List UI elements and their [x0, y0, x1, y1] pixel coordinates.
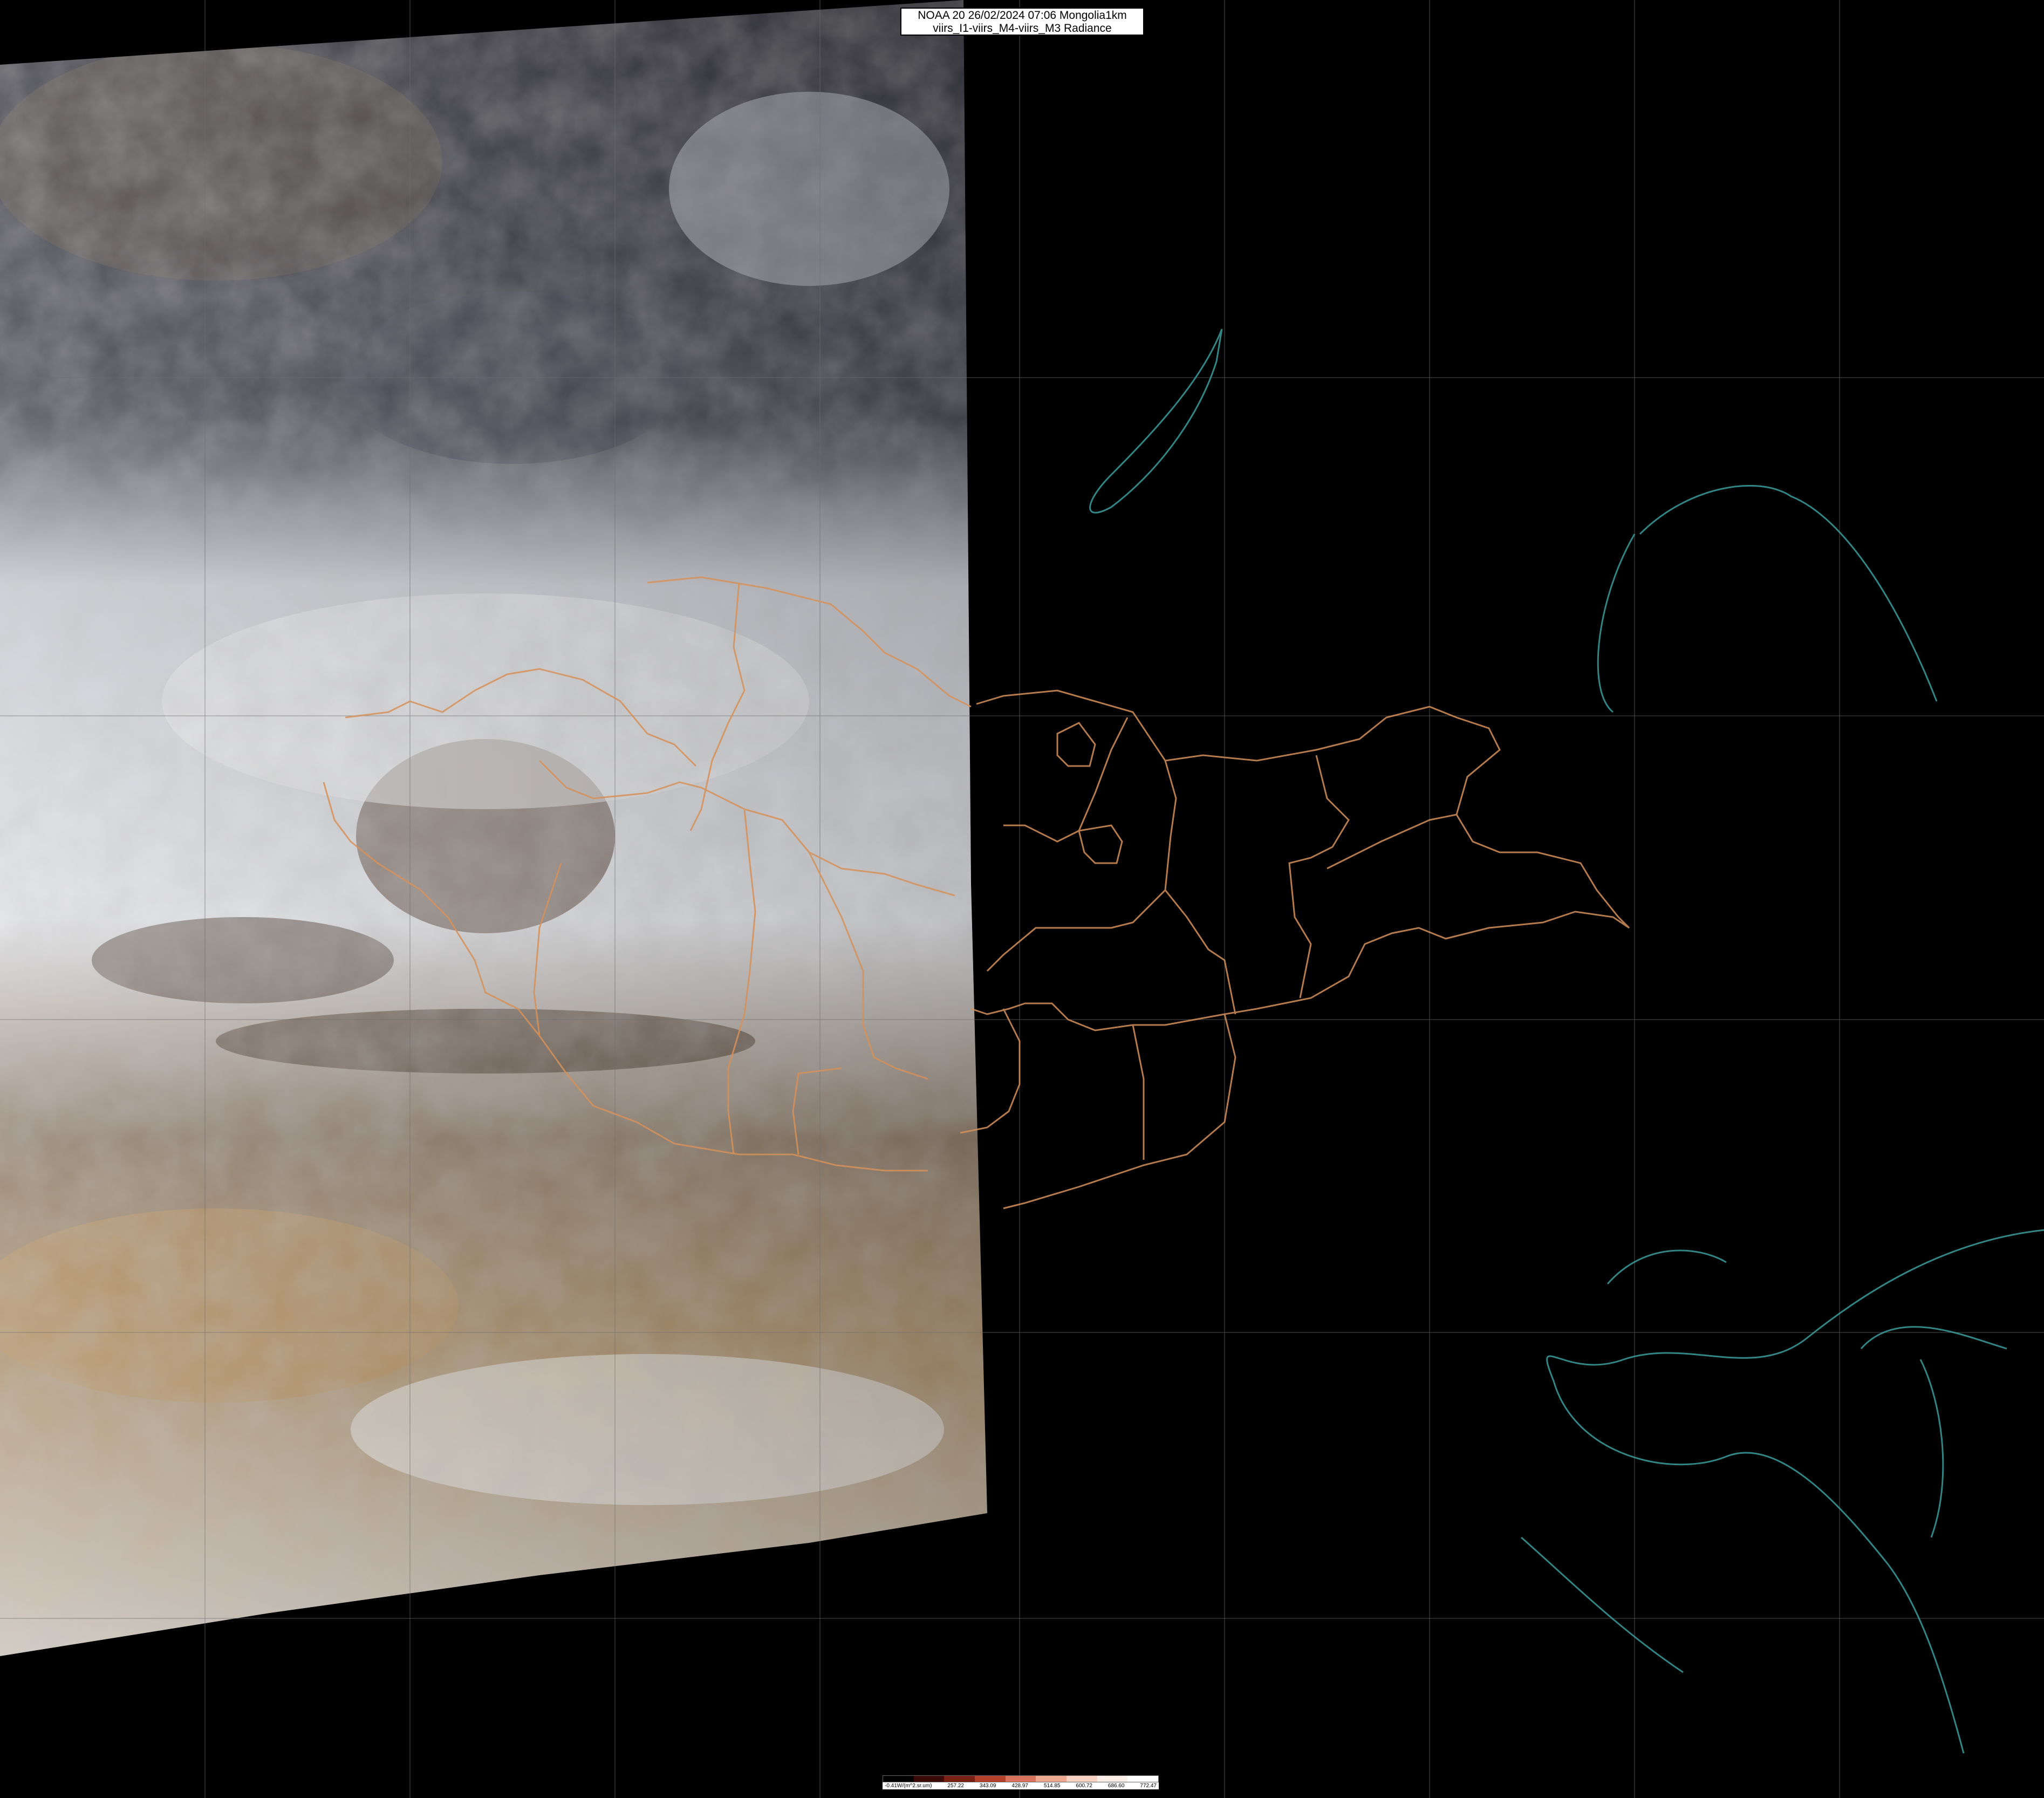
colorbar-swatch: [1067, 1776, 1097, 1782]
colorbar-swatch: [1097, 1776, 1128, 1782]
colorbar-legend: -0.41W/(m^2.sr.um) 257.22 343.09 428.97 …: [883, 1775, 1159, 1789]
satellite-swath: [0, 0, 987, 1656]
colorbar-tick: 772.47: [1140, 1783, 1157, 1789]
title-line-2: viirs_I1-viirs_M4-viirs_M3 Radiance: [933, 22, 1112, 35]
title-box: NOAA 20 26/02/2024 07:06 Mongolia1km vii…: [900, 8, 1144, 36]
colorbar-ramp: [883, 1775, 1159, 1782]
colorbar-tick: 600.72: [1076, 1783, 1092, 1789]
colorbar-swatch: [1036, 1776, 1067, 1782]
colorbar-labels: -0.41W/(m^2.sr.um) 257.22 343.09 428.97 …: [883, 1782, 1159, 1789]
colorbar-tick: 686.60: [1108, 1783, 1125, 1789]
colorbar-tick: 514.85: [1043, 1783, 1061, 1789]
colorbar-swatch: [975, 1776, 1006, 1782]
colorbar-swatch: [913, 1776, 945, 1782]
colorbar-unit-label: -0.41W/(m^2.sr.um): [885, 1783, 932, 1789]
colorbar-tick: 343.09: [979, 1783, 996, 1789]
colorbar-swatch: [883, 1776, 914, 1782]
satellite-image: [0, 0, 2044, 1798]
colorbar-swatch: [944, 1776, 975, 1782]
colorbar-tick: 257.22: [947, 1783, 964, 1789]
colorbar-swatch: [1127, 1776, 1159, 1782]
colorbar-swatch: [1005, 1776, 1036, 1782]
colorbar-tick: 428.97: [1011, 1783, 1028, 1789]
title-line-1: NOAA 20 26/02/2024 07:06 Mongolia1km: [918, 9, 1127, 22]
